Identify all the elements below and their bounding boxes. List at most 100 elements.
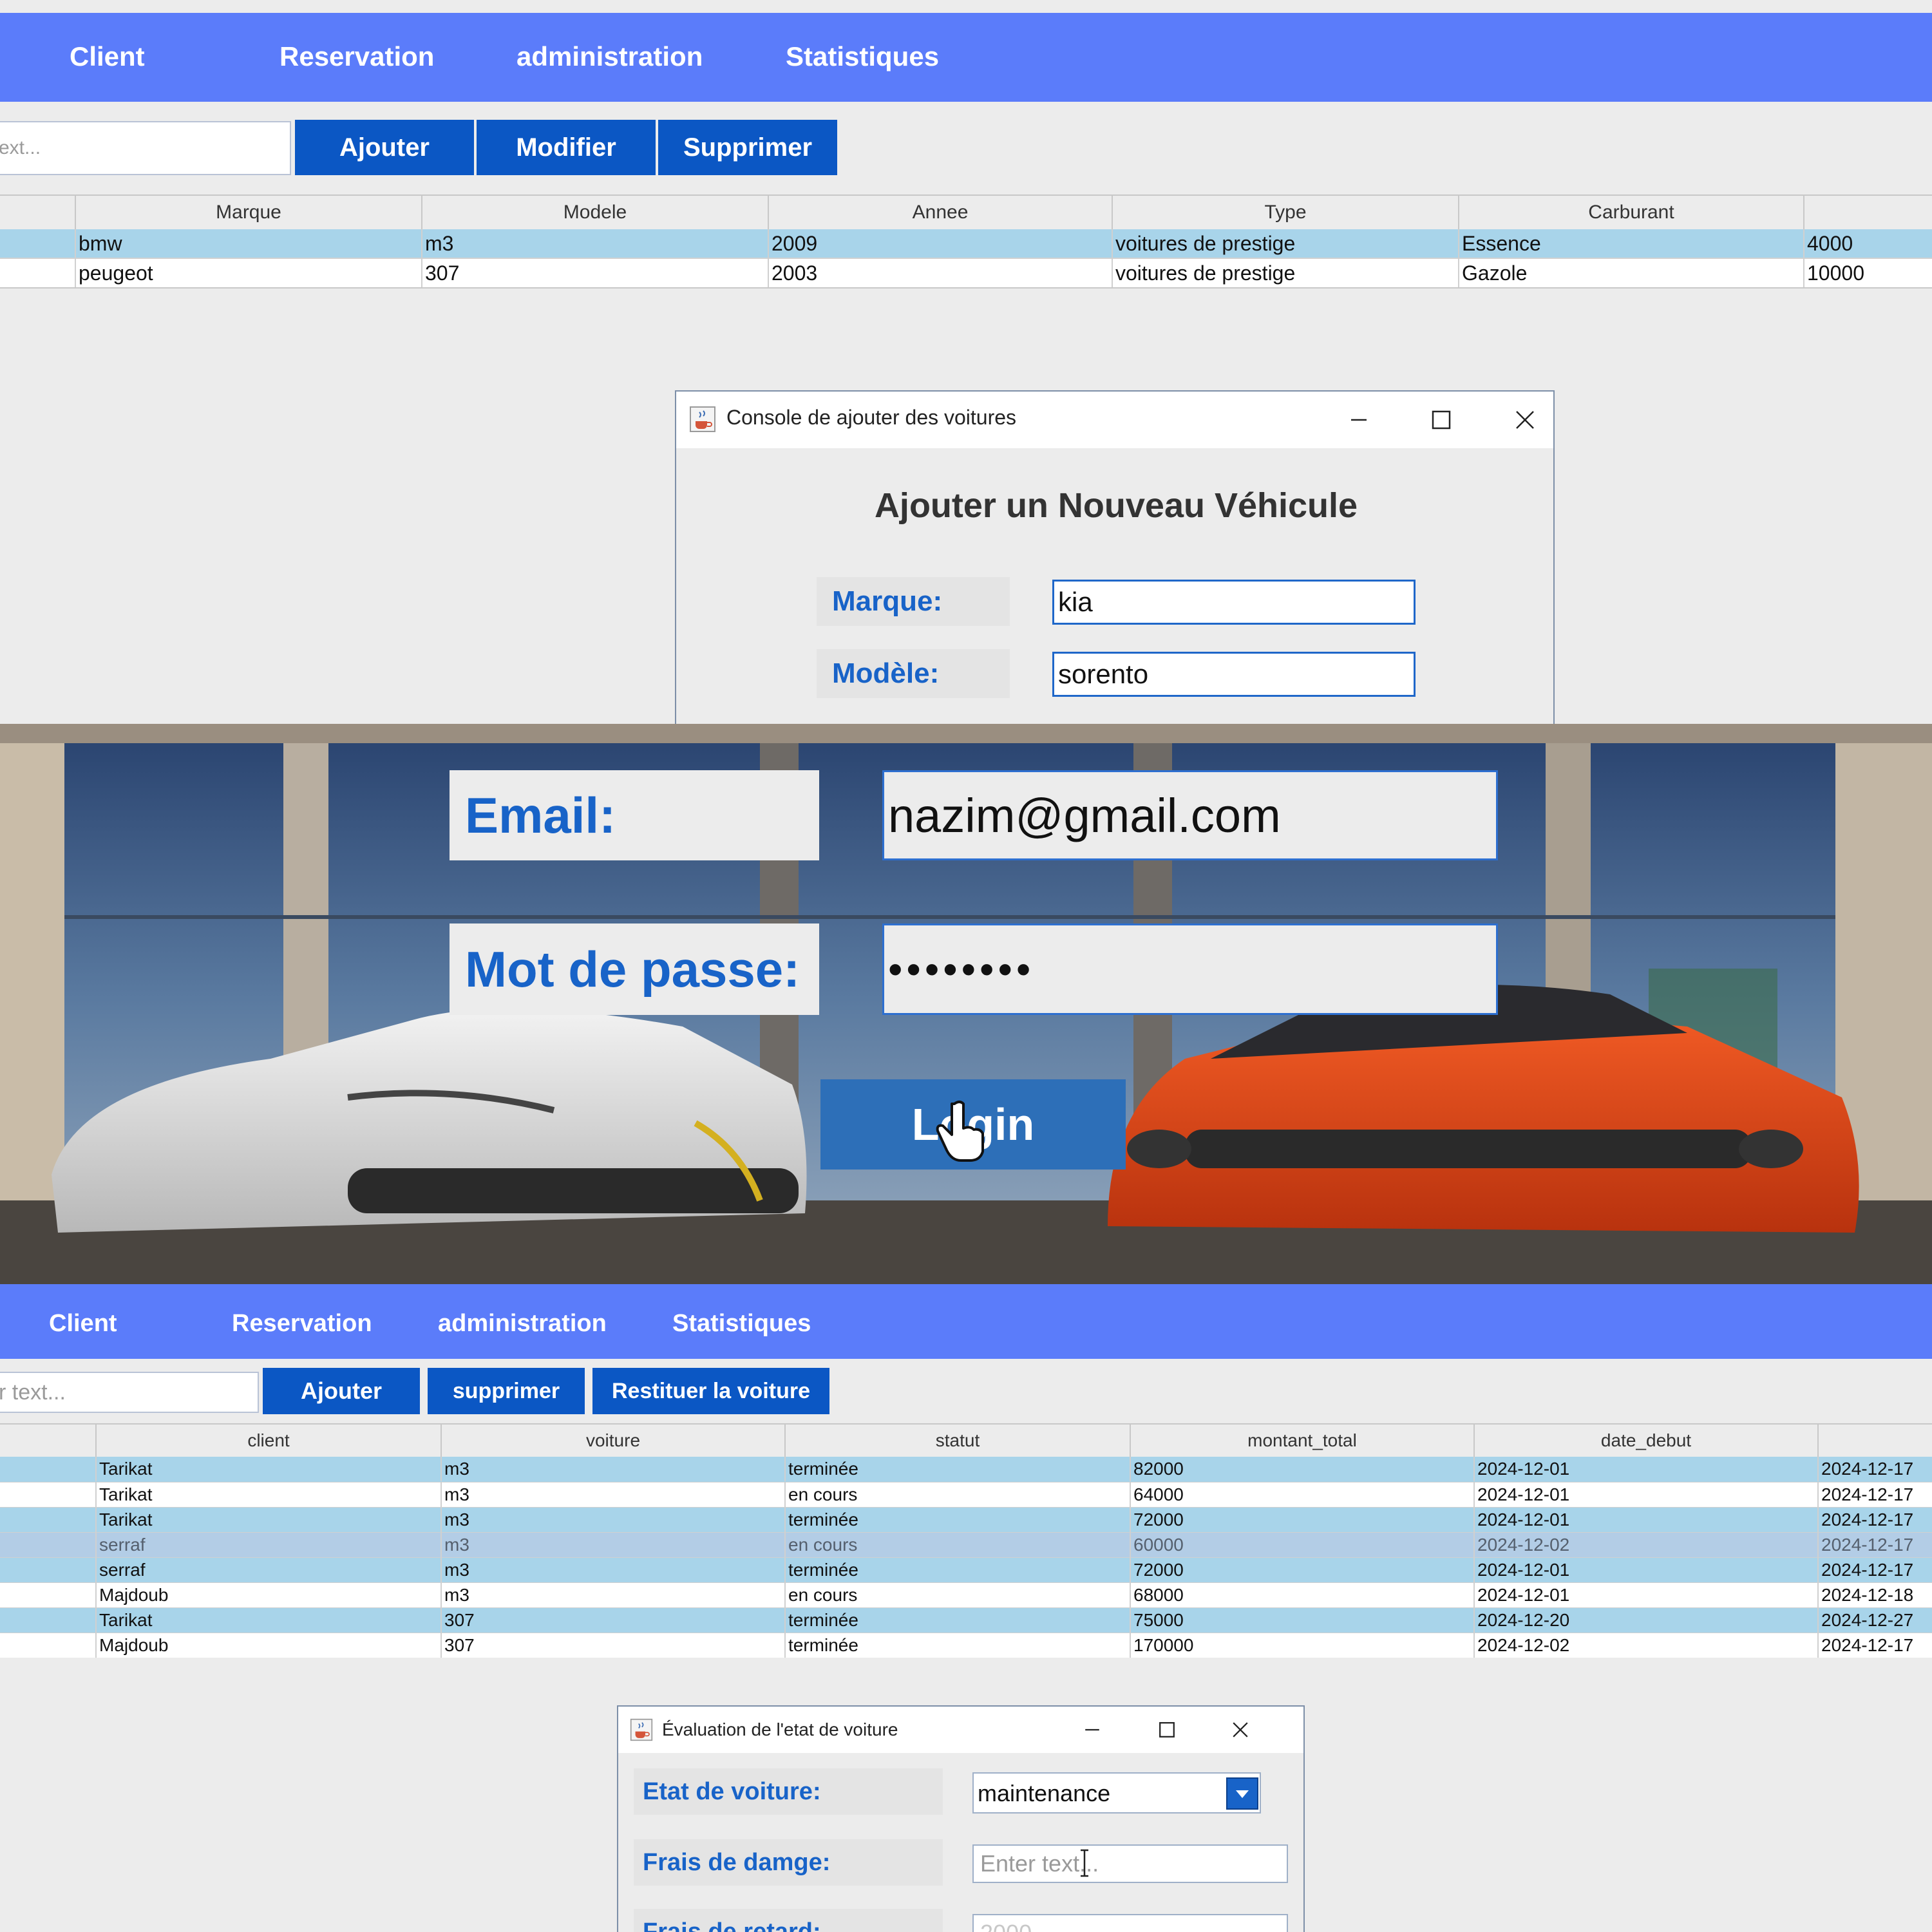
close-icon[interactable] xyxy=(1512,407,1538,433)
cell-statut: terminée xyxy=(786,1457,1131,1481)
etat-select[interactable]: maintenance xyxy=(972,1772,1261,1814)
cell-date-debut: 2024-12-02 xyxy=(1475,1633,1819,1658)
cell-modele: 307 xyxy=(422,259,769,287)
password-label: Mot de passe: xyxy=(450,923,819,1015)
menu-client[interactable]: Client xyxy=(70,41,145,72)
modele-field[interactable]: sorento xyxy=(1052,652,1416,697)
add-vehicle-dialog: Console de ajouter des voitures Ajouter … xyxy=(675,390,1555,725)
marque-label: Marque: xyxy=(817,577,1010,626)
cell-voiture: 307 xyxy=(442,1608,786,1633)
menu-reservation[interactable]: Reservation xyxy=(279,41,434,72)
top-col-carburant[interactable]: Carburant xyxy=(1459,196,1804,229)
dropdown-arrow-icon[interactable] xyxy=(1226,1777,1258,1810)
cell-montant-total: 60000 xyxy=(1131,1533,1475,1557)
cell-statut: en cours xyxy=(786,1583,1131,1607)
top-search-placeholder: ext... xyxy=(0,137,41,158)
col-montant-total[interactable]: montant_total xyxy=(1131,1425,1475,1457)
menu-administration[interactable]: administration xyxy=(516,41,703,72)
reservations-rows: Tarikat m3 terminée 82000 2024-12-01 2024-12-… xyxy=(0,1457,1932,1658)
table-row[interactable]: Tarikat m3 en cours 64000 2024-12-01 2024-12-… xyxy=(0,1482,1932,1507)
hand-cursor-icon xyxy=(935,1097,987,1162)
frais-damage-input[interactable]: Enter text... xyxy=(972,1844,1288,1883)
top-col-blank[interactable] xyxy=(0,196,76,229)
cell-client: Tarikat xyxy=(97,1608,442,1633)
password-field[interactable]: •••••••• xyxy=(882,923,1498,1015)
col-client[interactable]: client xyxy=(97,1425,442,1457)
email-field[interactable]: nazim@gmail.com xyxy=(882,770,1498,860)
top-col-type[interactable]: Type xyxy=(1113,196,1459,229)
minimize-icon[interactable] xyxy=(1081,1718,1104,1741)
menu-reservation[interactable]: Reservation xyxy=(232,1310,372,1338)
cell-date-fin: 2024-12-17 xyxy=(1821,1510,1914,1530)
cell-blank xyxy=(0,1508,97,1532)
cell-annee: 2009 xyxy=(769,229,1113,258)
eval-dialog-title: Évaluation de l'etat de voiture xyxy=(662,1719,898,1739)
table-row[interactable]: bmw m3 2009 voitures de prestige Essence… xyxy=(0,229,1932,258)
top-edit-button[interactable]: Modifier xyxy=(477,120,656,175)
table-row[interactable]: Tarikat 307 terminée 75000 2024-12-20 2024-12… xyxy=(0,1607,1932,1633)
cell-client: serraf xyxy=(97,1558,442,1582)
table-row[interactable]: peugeot 307 2003 voitures de prestige Ga… xyxy=(0,258,1932,287)
cell-date-debut: 2024-12-20 xyxy=(1475,1608,1819,1633)
top-search-input[interactable]: ext... xyxy=(0,121,291,175)
maximize-icon[interactable] xyxy=(1428,407,1454,433)
col-statut[interactable]: statut xyxy=(786,1425,1131,1457)
close-icon[interactable] xyxy=(1229,1718,1252,1741)
menu-client[interactable]: Client xyxy=(49,1310,117,1338)
cell-blank xyxy=(0,259,76,287)
col-date-debut[interactable]: date_debut xyxy=(1475,1425,1819,1457)
cell-statut: terminée xyxy=(786,1633,1131,1658)
bottom-add-button[interactable]: Ajouter xyxy=(263,1368,420,1414)
bottom-search-input[interactable]: r text... xyxy=(0,1372,259,1413)
top-menubar: Client Reservation administration Statis… xyxy=(0,13,1932,102)
maximize-icon[interactable] xyxy=(1155,1718,1179,1741)
table-row[interactable]: Majdoub 307 terminée 170000 2024-12-02 2024-1… xyxy=(0,1633,1932,1658)
cell-date-fin: 2024-12-17 xyxy=(1821,1535,1914,1555)
top-col-marque[interactable]: Marque xyxy=(76,196,422,229)
menu-statistiques[interactable]: Statistiques xyxy=(672,1310,811,1338)
reservations-header: client voiture statut montant_total date… xyxy=(0,1425,1932,1457)
top-col-modele[interactable]: Modele xyxy=(422,196,769,229)
add-dialog-titlebar[interactable]: Console de ajouter des voitures xyxy=(676,392,1553,448)
top-col-annee[interactable]: Annee xyxy=(769,196,1113,229)
eval-dialog-titlebar[interactable]: Évaluation de l'etat de voiture xyxy=(618,1707,1303,1753)
table-row[interactable]: Tarikat m3 terminée 72000 2024-12-01 2024-12-… xyxy=(0,1507,1932,1532)
cell-blank xyxy=(0,1533,97,1557)
table-row[interactable]: serraf m3 terminée 72000 2024-12-01 2024-12-1… xyxy=(0,1557,1932,1582)
add-dialog-title: Console de ajouter des voitures xyxy=(726,406,1017,429)
bottom-delete-button[interactable]: supprimer xyxy=(428,1368,585,1414)
col-date-fin[interactable] xyxy=(1819,1425,1932,1457)
cell-prix: 4000 xyxy=(1807,231,1853,255)
login-background: Email: nazim@gmail.com Mot de passe: •••… xyxy=(0,724,1932,1284)
top-delete-button[interactable]: Supprimer xyxy=(658,120,837,175)
cell-montant-total: 75000 xyxy=(1131,1608,1475,1633)
cell-voiture: m3 xyxy=(442,1508,786,1532)
cell-montant-total: 82000 xyxy=(1131,1457,1475,1481)
cell-date-fin: 2024-12-27 xyxy=(1821,1610,1914,1630)
marque-field[interactable]: kia xyxy=(1052,580,1416,625)
table-row[interactable]: serraf m3 en cours 60000 2024-12-02 2024-12-1… xyxy=(0,1532,1932,1557)
top-table: Marque Modele Annee Type Carburant F bmw… xyxy=(0,194,1932,289)
menu-administration[interactable]: administration xyxy=(438,1310,607,1338)
col-voiture[interactable]: voiture xyxy=(442,1425,786,1457)
return-car-button[interactable]: Restituer la voiture xyxy=(592,1368,829,1414)
cell-voiture: 307 xyxy=(442,1633,786,1658)
cell-blank xyxy=(0,1558,97,1582)
cell-date-debut: 2024-12-01 xyxy=(1475,1558,1819,1582)
minimize-icon[interactable] xyxy=(1346,407,1372,433)
top-add-button[interactable]: Ajouter xyxy=(295,120,474,175)
table-row[interactable]: Majdoub m3 en cours 68000 2024-12-01 2024-12-… xyxy=(0,1582,1932,1607)
etat-label: Etat de voiture: xyxy=(634,1768,943,1815)
top-col-prix[interactable]: F xyxy=(1804,196,1932,229)
col-blank[interactable] xyxy=(0,1425,97,1457)
menu-statistiques[interactable]: Statistiques xyxy=(786,41,939,72)
cell-voiture: m3 xyxy=(442,1482,786,1507)
cell-client: Tarikat xyxy=(97,1482,442,1507)
table-row[interactable]: Tarikat m3 terminée 82000 2024-12-01 2024-12-… xyxy=(0,1457,1932,1482)
cell-client: Tarikat xyxy=(97,1457,442,1481)
cell-prix: 10000 xyxy=(1807,261,1864,285)
cell-date-fin: 2024-12-18 xyxy=(1821,1585,1914,1605)
cell-date-debut: 2024-12-01 xyxy=(1475,1583,1819,1607)
cell-montant-total: 68000 xyxy=(1131,1583,1475,1607)
frais-retard-input[interactable]: 2000 xyxy=(972,1914,1288,1932)
